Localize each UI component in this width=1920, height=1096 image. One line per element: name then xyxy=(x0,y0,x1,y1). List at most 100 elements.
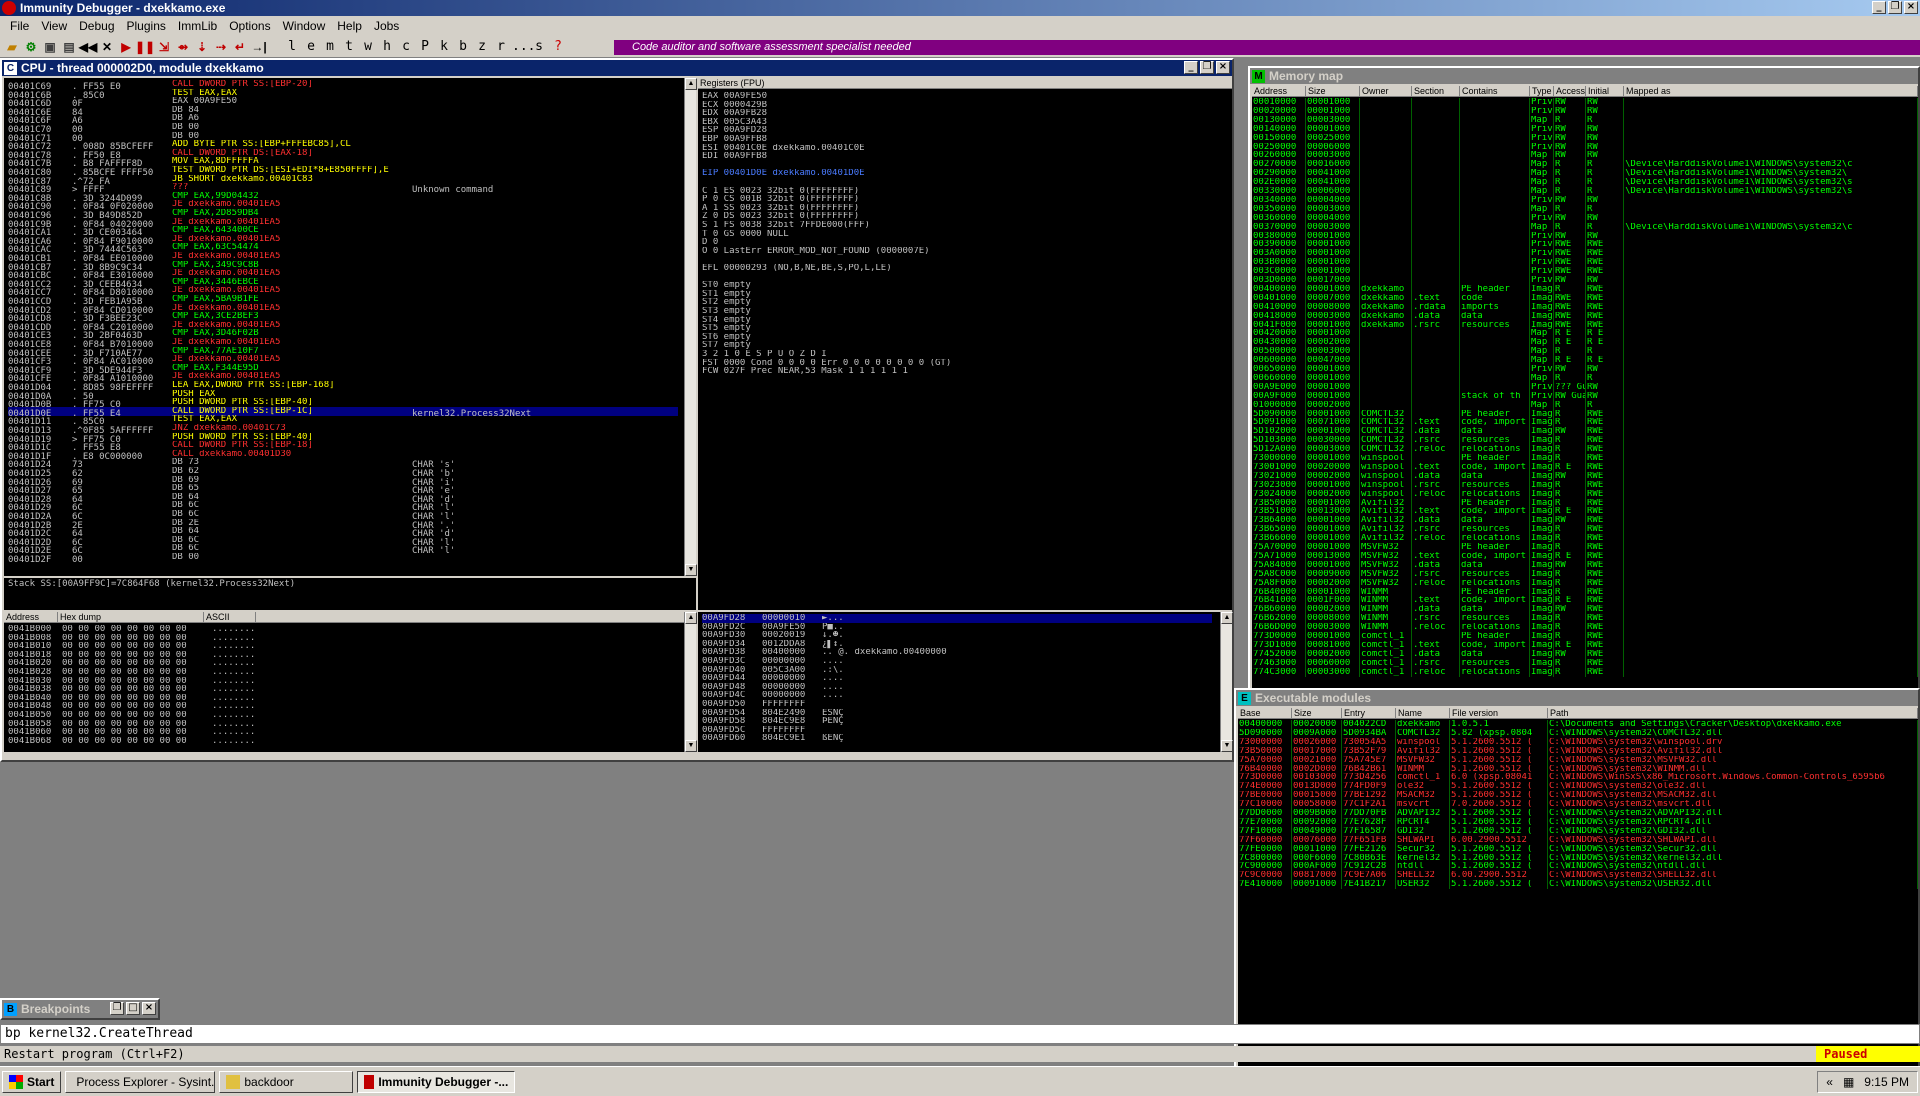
memmap-row[interactable]: 75A71000 00013000 MSVFW32 .text code, import… xyxy=(1252,551,1918,561)
registers-header[interactable]: Registers (FPU) xyxy=(698,78,1232,89)
toolbar-patches[interactable]: P xyxy=(417,39,433,54)
memmap-row[interactable]: 73B51000 00013000 Avifil32 .text code, impor… xyxy=(1252,507,1918,517)
memmap-row[interactable]: 73021000 00002000 winspool .data data Imag RW R… xyxy=(1252,471,1918,481)
module-row[interactable]: 77FE0000 00011000 77FE2126 Secur32 5.1.2600.… xyxy=(1238,844,1918,854)
dump-col-address[interactable]: Address xyxy=(4,612,58,622)
memmap-row[interactable]: 00420000 00001000 Map R ER E xyxy=(1252,329,1918,339)
memmap-row[interactable]: 00A9F000 00001000 stack of th Priv RW Gua RW xyxy=(1252,391,1918,401)
memmap-row[interactable]: 00410000 00008000 dxekkamo .rdata imports Ima… xyxy=(1252,302,1918,312)
memmap-row[interactable]: 00260000 00003000 Map RW RW xyxy=(1252,151,1918,161)
memmap-row[interactable]: 77452000 00002000 comctl_1 .data data Imag RW R… xyxy=(1252,649,1918,659)
module-row[interactable]: 77E70000 00092000 77E7628F RPCRT4 5.1.2600.5… xyxy=(1238,817,1918,827)
trace-over-icon[interactable]: ⇢ xyxy=(213,39,229,55)
memmap-row[interactable]: 73001000 00020000 winspool .text code, impor… xyxy=(1252,462,1918,472)
memmap-row[interactable]: 002E0000 00041000 Map R R \Device\HarddiskVol… xyxy=(1252,178,1918,188)
memmap-row[interactable]: 00500000 00003000 Map R R xyxy=(1252,347,1918,357)
memmap-row[interactable]: 5D102000 00001000 COMCTL32 .data data Imag RW R… xyxy=(1252,427,1918,437)
memmap-row[interactable]: 73B66000 00001000 Avifil32 .reloc relocation… xyxy=(1252,534,1918,544)
memmap-row[interactable]: 00370000 00003000 Map R R \Device\HarddiskVol… xyxy=(1252,222,1918,232)
dump-pane[interactable]: Address Hex dump ASCII 0041B000 00 00 00 … xyxy=(4,612,684,752)
memmap-row[interactable]: 5D103000 00030000 COMCTL32 .rsrc resources Im… xyxy=(1252,436,1918,446)
memmap-row[interactable]: 5D091000 00071000 COMCTL32 .text code, impor… xyxy=(1252,418,1918,428)
menu-file[interactable]: File xyxy=(4,19,35,33)
memmap-row[interactable]: 00390000 00001000 Priv RWE RWE xyxy=(1252,240,1918,250)
step-over-icon[interactable]: ⇴ xyxy=(175,39,191,55)
memmap-row[interactable]: 00150000 00025000 Priv RW RW xyxy=(1252,133,1918,143)
step-into-icon[interactable]: ⇲ xyxy=(156,39,172,55)
breakpoints-restore-icon[interactable]: ❐ xyxy=(110,1002,124,1015)
module-row[interactable]: 77F10000 00049000 77F16587 GDI32 5.1.2600.55… xyxy=(1238,826,1918,836)
memmap-row[interactable]: 00650000 00001000 Priv RW RW xyxy=(1252,365,1918,374)
executable-modules-title-bar[interactable]: E Executable modules xyxy=(1236,690,1918,706)
menu-jobs[interactable]: Jobs xyxy=(368,19,405,33)
memmap-col-header[interactable]: Owner xyxy=(1360,86,1412,96)
memmap-row[interactable]: 73B50000 00001000 Avifil32 PE header Imag R RW… xyxy=(1252,498,1918,508)
memmap-row[interactable]: 00A9E00000001000 Priv??? GuaRW xyxy=(1252,382,1918,392)
memmap-row[interactable]: 774C3000 00003000 comctl_1 .reloc relocation… xyxy=(1252,667,1918,677)
memmap-row[interactable]: 01000000 00002000 Map R R xyxy=(1252,400,1918,410)
memmap-row[interactable]: 76B6D000 00003000 WINMM .reloc relocations Im… xyxy=(1252,623,1918,633)
execute-till-return-icon[interactable]: ↵ xyxy=(232,39,248,55)
menu-debug[interactable]: Debug xyxy=(73,19,120,33)
task-immunity-debugger[interactable]: Immunity Debugger -... xyxy=(357,1070,516,1093)
modules-col-header[interactable]: Name xyxy=(1396,708,1450,718)
cpu-restore-icon[interactable]: ❐ xyxy=(1200,61,1214,74)
memmap-row[interactable]: 76B60000 00002000 WINMM .data data Imag RW RWE xyxy=(1252,605,1918,615)
module-row[interactable]: 00400000 00020000 004022CD dxekkamo 1.0.5.1 C… xyxy=(1238,720,1918,729)
menu-help[interactable]: Help xyxy=(331,19,368,33)
module-row[interactable]: 773D0000 00103000 773D4256 comctl_1 6.0 (xps… xyxy=(1238,773,1918,783)
clock[interactable]: 9:15 PM xyxy=(1864,1075,1909,1089)
toolbar-references[interactable]: z xyxy=(474,39,490,54)
memmap-row[interactable]: 76B62000 00008000 WINMM .rsrc resources Imag R… xyxy=(1252,614,1918,624)
memmap-col-header[interactable]: Mapped as xyxy=(1624,86,1918,96)
memmap-row[interactable]: 003B0000 00001000 Priv RWE RWE xyxy=(1252,258,1918,268)
module-row[interactable]: 7C9C0000 00817000 7C9E7A06 SHELL32 6.00.2900… xyxy=(1238,871,1918,881)
tray-expand-icon[interactable]: « xyxy=(1826,1075,1833,1089)
memmap-row[interactable]: 00330000 00006000 Map R R \Device\HarddiskVol… xyxy=(1252,187,1918,196)
memmap-row[interactable]: 00270000 00016000 Map R R \Device\HarddiskVol… xyxy=(1252,160,1918,170)
memmap-col-header[interactable]: Section xyxy=(1412,86,1460,96)
module-row[interactable]: 774E0000 0013D000 774FD0F9 ole32 5.1.2600.55… xyxy=(1238,782,1918,792)
window-icon[interactable]: ▤ xyxy=(61,39,77,55)
memmap-row[interactable]: 00010000 00001000 Priv RW RW xyxy=(1252,98,1918,107)
cpu-minimize-icon[interactable]: _ xyxy=(1184,61,1198,74)
memory-map-title-bar[interactable]: M Memory map xyxy=(1250,68,1918,84)
module-row[interactable]: 5D090000 0009A000 5D0934BA COMCTL32 5.82 (xp… xyxy=(1238,728,1918,738)
scroll-down-icon[interactable]: ▼ xyxy=(685,564,697,576)
goto-icon[interactable]: →| xyxy=(251,39,267,55)
stack-pane[interactable]: 00A9FD28 00000010 ►... 00A9FD2C 00A9FE50 P■..… xyxy=(698,612,1220,752)
dump-scrollbar[interactable]: ▲ ▼ xyxy=(684,612,697,752)
module-row[interactable]: 7E410000 00091000 7E41B217 USER32 5.1.2600.5… xyxy=(1238,880,1918,890)
memmap-row[interactable]: 773D0000 00001000 comctl_1 PE header Imag R RW… xyxy=(1252,632,1918,641)
toolbar-source[interactable]: s xyxy=(531,39,547,54)
memmap-row[interactable]: 003C0000 00001000 Priv RWE RWE xyxy=(1252,267,1918,277)
toolbar-handles[interactable]: h xyxy=(379,39,395,54)
memmap-col-header[interactable]: Contains xyxy=(1460,86,1530,96)
tray-network-icon[interactable]: ▦ xyxy=(1843,1075,1854,1089)
registers-pane[interactable]: Registers (FPU) EAX 00A9FE50 ECX 0000429B… xyxy=(698,78,1232,610)
memmap-row[interactable]: 00401000 00007000 dxekkamo .text code Imag RWE… xyxy=(1252,293,1918,303)
menu-window[interactable]: Window xyxy=(277,19,332,33)
attach-icon[interactable]: ⚙ xyxy=(23,39,39,55)
register-line[interactable]: FCW 027F Prec NEAR,53 Mask 1 1 1 1 1 1 xyxy=(702,367,1222,376)
memmap-col-header[interactable]: Access xyxy=(1554,86,1586,96)
memmap-row[interactable]: 73024000 00002000 winspool .reloc relocation… xyxy=(1252,489,1918,499)
command-input[interactable]: bp kernel32.CreateThread xyxy=(0,1024,1920,1044)
memmap-row[interactable]: 00660000 00001000 Map R R xyxy=(1252,373,1918,383)
stack-scroll-down-icon[interactable]: ▼ xyxy=(1221,740,1233,752)
dump-row[interactable]: 0041B068 00 00 00 00 00 00 00 00........ xyxy=(8,737,255,746)
toolbar-cpu[interactable]: c xyxy=(398,39,414,54)
python-icon[interactable]: ▣ xyxy=(42,39,58,55)
memmap-row[interactable]: 76B41000 0001F000 WINMM .text code, import Im… xyxy=(1252,596,1918,606)
disassembly-pane[interactable]: 00401C69. FF55 E0 CALL DWORD PTR SS:[EBP-… xyxy=(4,78,684,576)
module-row[interactable]: 77F60000 00076000 77F651FB SHLWAPI 6.00.2900… xyxy=(1238,835,1918,845)
memmap-row[interactable]: 003D0000 00017000 Priv RW RW xyxy=(1252,276,1918,285)
task-backdoor[interactable]: backdoor xyxy=(219,1070,354,1093)
memmap-col-header[interactable]: Initial xyxy=(1586,86,1624,96)
memmap-row[interactable]: 00430000 00002000 Map R ER E xyxy=(1252,338,1918,348)
memmap-row[interactable]: 77463000 00060000 comctl_1 .rsrc resources Im… xyxy=(1252,658,1918,668)
toolbar-threads[interactable]: t xyxy=(341,39,357,54)
memmap-row[interactable]: 003A0000 00001000 Priv RWE RWE xyxy=(1252,249,1918,259)
memmap-row[interactable]: 73B64000 00001000 Avifil32 .data data Imag RW R… xyxy=(1252,516,1918,526)
memmap-row[interactable]: 5D12A000 00003000 COMCTL32 .reloc relocation… xyxy=(1252,445,1918,455)
